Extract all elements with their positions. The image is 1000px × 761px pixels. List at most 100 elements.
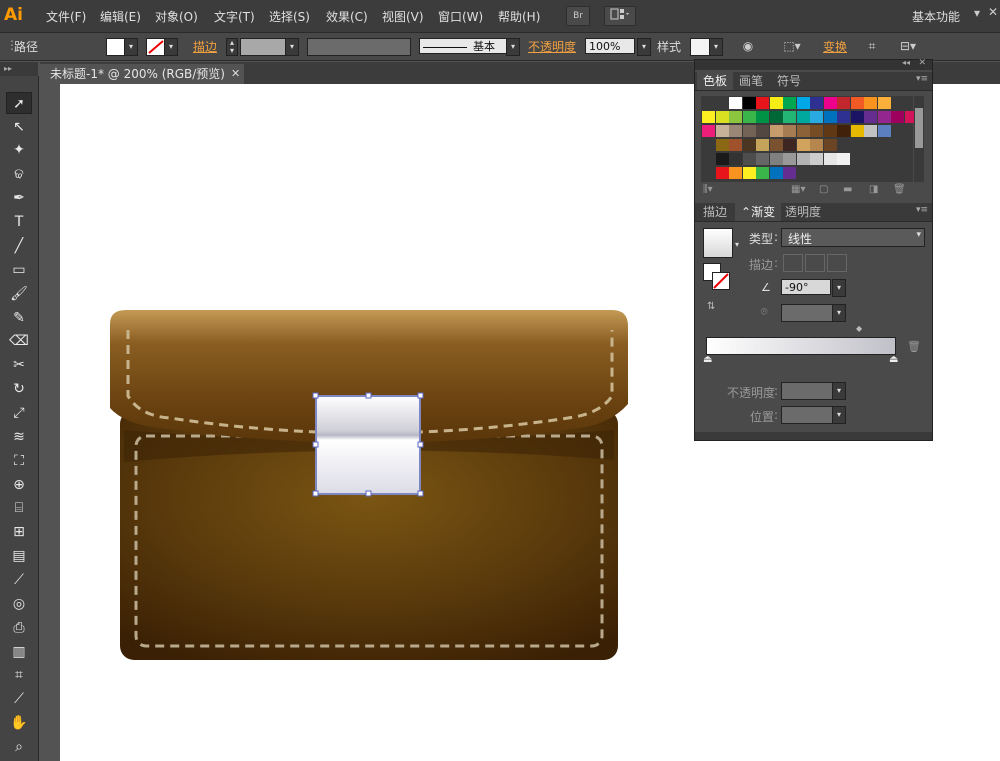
color-swatch[interactable] (742, 97, 756, 109)
fill-stroke-indicator[interactable] (703, 263, 730, 290)
menu-effect[interactable]: 效果(C) (326, 8, 368, 25)
color-swatch[interactable] (756, 167, 769, 179)
buckle[interactable] (315, 395, 421, 495)
color-swatch[interactable] (702, 111, 715, 123)
color-swatch[interactable] (796, 153, 810, 165)
color-swatch[interactable] (783, 167, 796, 179)
direct-selection-tool-icon[interactable]: ↖ (6, 116, 32, 138)
swatch-grid[interactable] (701, 96, 918, 182)
show-kinds-icon[interactable]: ▦▾ (791, 184, 805, 195)
midpoint-marker-icon[interactable]: ◆ (856, 324, 862, 333)
color-swatch[interactable] (796, 97, 810, 109)
panel-menu-icon[interactable]: ⊟▾ (893, 38, 923, 54)
color-swatch[interactable] (783, 111, 796, 123)
stop-location-dropdown[interactable]: ▾ (832, 406, 846, 424)
pen-tool-icon[interactable]: ✒ (6, 187, 32, 209)
stop-opacity-dropdown[interactable]: ▾ (832, 382, 846, 400)
new-group-icon[interactable]: ▬ (843, 184, 852, 195)
free-transform-tool-icon[interactable]: ⛶ (6, 450, 32, 472)
color-swatch[interactable] (877, 97, 891, 109)
stroke-along-icon[interactable] (805, 254, 825, 272)
color-swatch[interactable] (756, 153, 769, 165)
brush-definition-field[interactable]: 基本 (419, 38, 507, 54)
color-swatch[interactable] (796, 125, 810, 137)
color-swatch[interactable] (742, 111, 756, 123)
stroke-weight-label[interactable]: 描边 (193, 38, 217, 55)
color-swatch[interactable] (769, 111, 783, 123)
color-swatch[interactable] (729, 125, 742, 137)
color-swatch[interactable] (756, 97, 769, 109)
color-swatch[interactable] (877, 111, 891, 123)
menu-type[interactable]: 文字(T) (214, 8, 255, 25)
lasso-tool-icon[interactable]: ଢ (6, 163, 32, 185)
fill-dropdown[interactable]: ▾ (124, 38, 138, 56)
close-icon[interactable]: ✕ (988, 5, 998, 19)
gradient-stop-right-icon[interactable]: ⏏ (889, 354, 898, 365)
rotate-tool-icon[interactable]: ↻ (6, 378, 32, 400)
menu-select[interactable]: 选择(S) (269, 8, 310, 25)
color-swatch[interactable] (837, 111, 850, 123)
scissors-tool-icon[interactable]: ✂ (6, 354, 32, 376)
swatch-options-icon[interactable]: ▢ (819, 184, 828, 195)
color-swatch[interactable] (769, 97, 783, 109)
color-swatch[interactable] (823, 153, 837, 165)
type-tool-icon[interactable]: T (6, 211, 32, 233)
angle-dropdown[interactable]: ▾ (832, 279, 846, 297)
color-swatch[interactable] (769, 167, 783, 179)
color-swatch[interactable] (769, 139, 783, 151)
color-swatch[interactable] (742, 125, 756, 137)
gradient-stop-left-icon[interactable]: ⏏ (703, 354, 712, 365)
stroke-swatch[interactable] (146, 38, 166, 56)
tab-symbols[interactable]: 符号 (771, 72, 807, 90)
scale-tool-icon[interactable]: ⤢ (6, 402, 32, 424)
color-swatch[interactable] (783, 97, 796, 109)
color-swatch[interactable] (756, 125, 769, 137)
color-swatch[interactable] (837, 125, 850, 137)
menu-edit[interactable]: 编辑(E) (100, 8, 141, 25)
color-swatch[interactable] (783, 139, 796, 151)
stroke-across-icon[interactable] (827, 254, 847, 272)
stroke-weight-dropdown[interactable]: ▾ (285, 38, 299, 56)
color-swatch[interactable] (877, 125, 891, 137)
reverse-gradient-icon[interactable]: ⇅ (707, 301, 715, 312)
color-swatch[interactable] (823, 125, 837, 137)
tools-panel-header[interactable]: ▸▸ (0, 62, 38, 76)
color-swatch[interactable] (729, 139, 742, 151)
color-swatch[interactable] (756, 139, 769, 151)
color-swatch[interactable] (742, 167, 756, 179)
warp-tool-icon[interactable]: ≋ (6, 426, 32, 448)
menu-view[interactable]: 视图(V) (382, 8, 424, 25)
chevron-down-icon[interactable]: ▾ (735, 240, 739, 249)
color-swatch[interactable] (729, 97, 742, 109)
color-swatch[interactable] (796, 111, 810, 123)
color-swatch[interactable] (729, 111, 742, 123)
color-swatch[interactable] (715, 125, 729, 137)
color-swatch[interactable] (783, 125, 796, 137)
aspect-ratio-dropdown[interactable]: ▾ (832, 304, 846, 322)
color-swatch[interactable] (823, 111, 837, 123)
align-selection-icon[interactable]: ⬚▾ (780, 38, 804, 54)
perspective-grid-tool-icon[interactable]: ⌸ (6, 497, 32, 519)
angle-field[interactable]: -90° (781, 279, 831, 295)
color-swatch[interactable] (702, 125, 715, 137)
color-swatch[interactable] (823, 139, 837, 151)
color-swatch[interactable] (810, 125, 823, 137)
color-swatch[interactable] (850, 97, 864, 109)
hand-tool-icon[interactable]: ✋ (6, 712, 32, 734)
color-swatch[interactable] (810, 153, 823, 165)
color-swatch[interactable] (715, 167, 729, 179)
graphic-style-swatch[interactable] (690, 38, 710, 56)
color-swatch[interactable] (783, 153, 796, 165)
color-swatch[interactable] (810, 139, 823, 151)
shape-builder-tool-icon[interactable]: ⊕ (6, 474, 32, 496)
collapse-icon[interactable]: ◂◂ (902, 58, 910, 67)
gradient-type-select[interactable]: 线性 ▾ (781, 228, 925, 247)
opacity-dropdown[interactable]: ▾ (637, 38, 651, 56)
transform-link[interactable]: 变换 (823, 38, 847, 55)
zoom-tool-icon[interactable]: ⌕ (6, 736, 32, 758)
color-swatch[interactable] (837, 153, 850, 165)
tab-brushes[interactable]: 画笔 (733, 72, 769, 90)
panel-menu-icon[interactable]: ▾≡ (916, 74, 928, 84)
stroke-weight-stepper[interactable]: ▴ ▾ (226, 38, 238, 56)
color-swatch[interactable] (891, 111, 904, 123)
